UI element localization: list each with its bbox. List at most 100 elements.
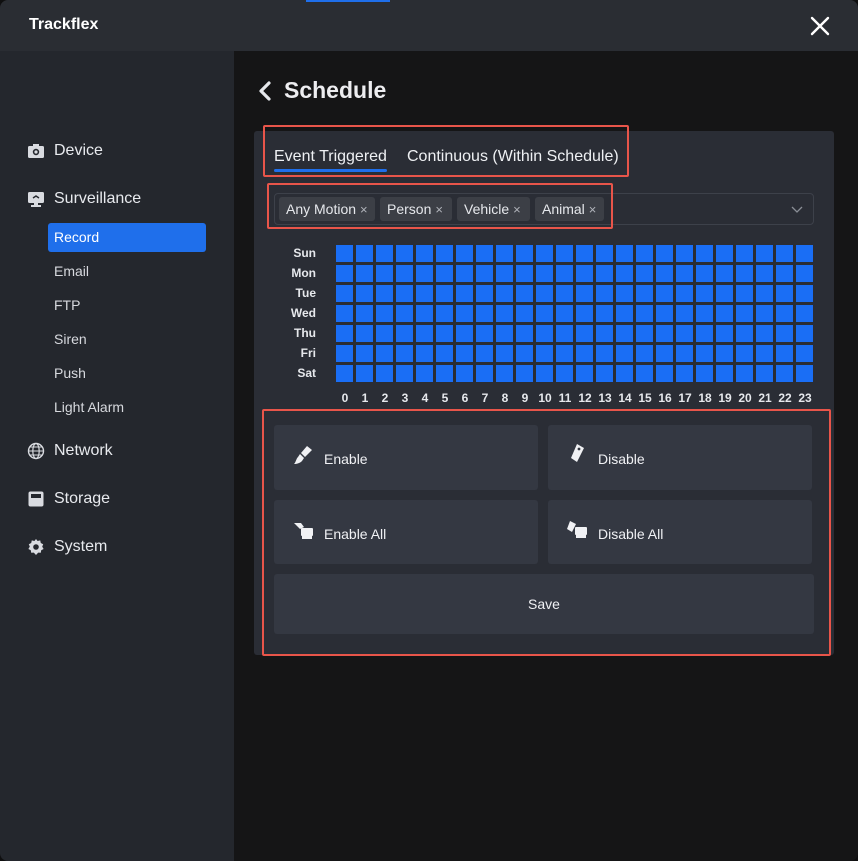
schedule-cell[interactable] (796, 365, 813, 382)
schedule-cell[interactable] (496, 325, 513, 342)
sidebar-item-network[interactable]: Network (27, 439, 113, 463)
schedule-cell[interactable] (516, 345, 533, 362)
schedule-grid[interactable] (336, 245, 814, 383)
schedule-cell[interactable] (516, 305, 533, 322)
schedule-cell[interactable] (356, 345, 373, 362)
back-chevron-icon[interactable] (257, 80, 273, 102)
schedule-cell[interactable] (736, 245, 753, 262)
schedule-cell[interactable] (376, 285, 393, 302)
chip-remove-icon[interactable]: × (513, 202, 521, 217)
schedule-cell[interactable] (596, 345, 613, 362)
schedule-cell[interactable] (736, 305, 753, 322)
schedule-cell[interactable] (376, 365, 393, 382)
schedule-cell[interactable] (596, 245, 613, 262)
schedule-cell[interactable] (576, 285, 593, 302)
schedule-cell[interactable] (696, 285, 713, 302)
schedule-cell[interactable] (736, 365, 753, 382)
schedule-cell[interactable] (656, 265, 673, 282)
schedule-cell[interactable] (536, 325, 553, 342)
schedule-cell[interactable] (496, 285, 513, 302)
schedule-cell[interactable] (656, 345, 673, 362)
sidebar-subitem-ftp[interactable]: FTP (48, 291, 206, 320)
schedule-cell[interactable] (476, 285, 493, 302)
schedule-cell[interactable] (736, 285, 753, 302)
schedule-cell[interactable] (476, 245, 493, 262)
schedule-cell[interactable] (716, 265, 733, 282)
schedule-cell[interactable] (496, 365, 513, 382)
schedule-cell[interactable] (736, 345, 753, 362)
sidebar-item-device[interactable]: Device (27, 139, 103, 163)
schedule-cell[interactable] (516, 365, 533, 382)
schedule-cell[interactable] (796, 265, 813, 282)
schedule-cell[interactable] (416, 305, 433, 322)
schedule-cell[interactable] (776, 285, 793, 302)
schedule-cell[interactable] (596, 325, 613, 342)
schedule-cell[interactable] (636, 265, 653, 282)
schedule-cell[interactable] (496, 305, 513, 322)
schedule-cell[interactable] (436, 325, 453, 342)
schedule-cell[interactable] (636, 365, 653, 382)
schedule-cell[interactable] (776, 345, 793, 362)
schedule-cell[interactable] (396, 245, 413, 262)
schedule-cell[interactable] (676, 325, 693, 342)
schedule-cell[interactable] (336, 245, 353, 262)
schedule-cell[interactable] (756, 285, 773, 302)
schedule-cell[interactable] (576, 345, 593, 362)
schedule-cell[interactable] (616, 245, 633, 262)
schedule-cell[interactable] (396, 265, 413, 282)
schedule-cell[interactable] (716, 285, 733, 302)
schedule-cell[interactable] (616, 345, 633, 362)
schedule-cell[interactable] (736, 325, 753, 342)
schedule-cell[interactable] (596, 365, 613, 382)
schedule-cell[interactable] (616, 265, 633, 282)
schedule-cell[interactable] (556, 345, 573, 362)
schedule-cell[interactable] (596, 305, 613, 322)
sidebar-subitem-siren[interactable]: Siren (48, 325, 206, 354)
schedule-cell[interactable] (616, 365, 633, 382)
chip-remove-icon[interactable]: × (360, 202, 368, 217)
schedule-cell[interactable] (436, 265, 453, 282)
schedule-cell[interactable] (476, 345, 493, 362)
schedule-cell[interactable] (776, 365, 793, 382)
schedule-cell[interactable] (676, 285, 693, 302)
schedule-cell[interactable] (356, 245, 373, 262)
schedule-cell[interactable] (456, 285, 473, 302)
schedule-cell[interactable] (636, 245, 653, 262)
schedule-cell[interactable] (416, 265, 433, 282)
schedule-cell[interactable] (536, 265, 553, 282)
schedule-cell[interactable] (336, 325, 353, 342)
schedule-cell[interactable] (536, 305, 553, 322)
schedule-cell[interactable] (496, 265, 513, 282)
schedule-cell[interactable] (676, 345, 693, 362)
schedule-cell[interactable] (556, 285, 573, 302)
schedule-cell[interactable] (536, 345, 553, 362)
schedule-cell[interactable] (676, 365, 693, 382)
close-button[interactable] (808, 14, 832, 38)
schedule-cell[interactable] (636, 345, 653, 362)
schedule-cell[interactable] (336, 285, 353, 302)
schedule-cell[interactable] (396, 325, 413, 342)
schedule-cell[interactable] (676, 305, 693, 322)
schedule-cell[interactable] (396, 345, 413, 362)
schedule-cell[interactable] (696, 365, 713, 382)
schedule-cell[interactable] (356, 285, 373, 302)
schedule-cell[interactable] (636, 285, 653, 302)
schedule-cell[interactable] (776, 245, 793, 262)
schedule-cell[interactable] (356, 265, 373, 282)
schedule-cell[interactable] (736, 265, 753, 282)
schedule-cell[interactable] (656, 285, 673, 302)
schedule-cell[interactable] (376, 305, 393, 322)
chip-remove-icon[interactable]: × (435, 202, 443, 217)
sidebar-item-system[interactable]: System (27, 535, 107, 559)
schedule-cell[interactable] (356, 365, 373, 382)
schedule-cell[interactable] (796, 345, 813, 362)
schedule-cell[interactable] (456, 345, 473, 362)
schedule-cell[interactable] (336, 345, 353, 362)
chip-remove-icon[interactable]: × (589, 202, 597, 217)
schedule-cell[interactable] (596, 285, 613, 302)
schedule-cell[interactable] (556, 245, 573, 262)
schedule-cell[interactable] (776, 305, 793, 322)
sidebar-subitem-record[interactable]: Record (48, 223, 206, 252)
schedule-cell[interactable] (716, 365, 733, 382)
schedule-cell[interactable] (496, 245, 513, 262)
